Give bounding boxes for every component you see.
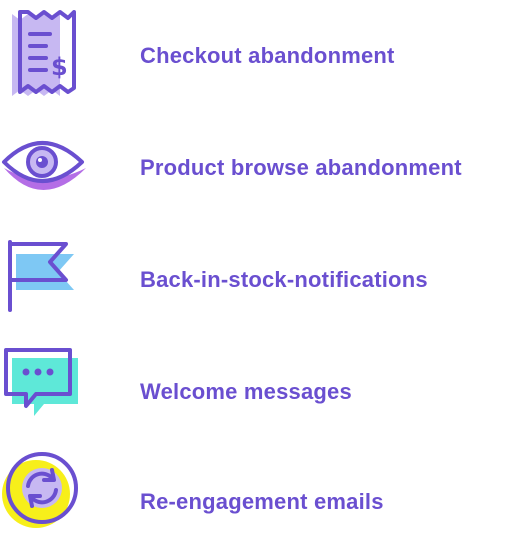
receipt-icon: $ xyxy=(0,8,90,108)
feature-label: Product browse abandonment xyxy=(140,155,462,180)
flag-icon xyxy=(0,232,90,332)
refresh-cycle-icon xyxy=(0,446,90,546)
feature-item-back-in-stock-notifications: Back-in-stock-notifications xyxy=(0,232,513,342)
eye-icon xyxy=(0,120,90,220)
svg-text:$: $ xyxy=(51,53,68,81)
feature-label: Checkout abandonment xyxy=(140,43,395,68)
feature-label: Back-in-stock-notifications xyxy=(140,267,428,292)
feature-label: Re-engagement emails xyxy=(140,489,384,514)
feature-item-re-engagement-emails: Re-engagement emails xyxy=(0,446,513,556)
chat-bubble-icon xyxy=(0,344,90,444)
feature-label: Welcome messages xyxy=(140,379,352,404)
feature-item-product-browse-abandonment: Product browse abandonment xyxy=(0,120,513,230)
feature-item-welcome-messages: Welcome messages xyxy=(0,344,513,454)
feature-item-checkout-abandonment: $ Checkout abandonment xyxy=(0,8,513,118)
